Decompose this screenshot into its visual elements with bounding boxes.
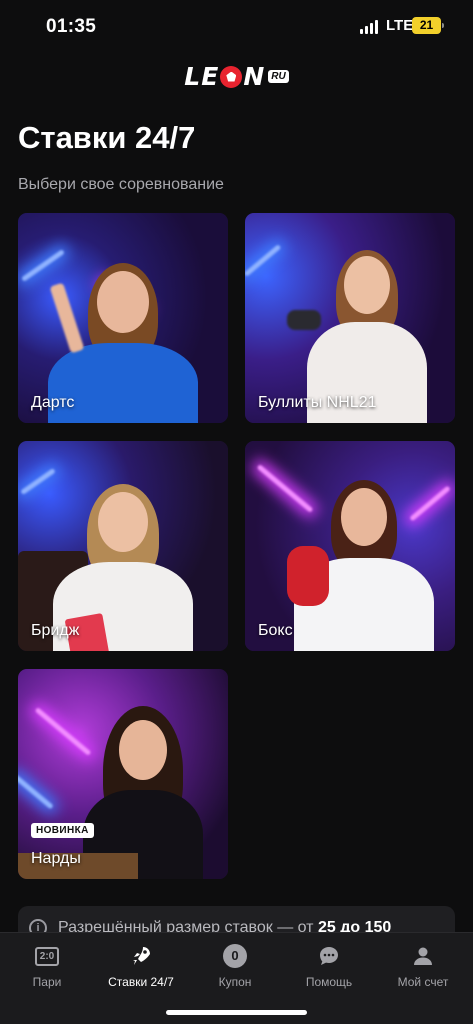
tab-coupon[interactable]: 0 Купон (188, 943, 282, 989)
tab-my-account[interactable]: Мой счет (376, 943, 470, 989)
logo-ru-badge: RU (268, 69, 289, 83)
status-bar: 01:35 LTE 21 (0, 0, 473, 54)
tab-bets[interactable]: 2:0 Пари (0, 943, 94, 989)
tab-help[interactable]: Помощь (282, 943, 376, 989)
card-label: Дартс (31, 394, 75, 411)
game-card-boxing[interactable]: Бокс (245, 441, 455, 651)
tab-bets-24-7[interactable]: Ставки 24/7 (94, 943, 188, 989)
user-icon (414, 947, 432, 965)
rocket-icon (133, 947, 150, 965)
tab-label: Мой счет (397, 975, 449, 989)
card-label: Бридж (31, 622, 80, 639)
card-label: Нарды (31, 850, 81, 867)
game-card-bridge[interactable]: Бридж (18, 441, 228, 651)
card-label: Бокс (258, 622, 293, 639)
tab-label: Ставки 24/7 (108, 975, 174, 989)
game-card-backgammon[interactable]: НОВИНКА Нарды (18, 669, 228, 879)
soccer-ball-icon (220, 65, 243, 88)
battery-icon: 21 (412, 17, 444, 34)
chat-icon (320, 947, 338, 965)
network-type: LTE (386, 17, 414, 34)
score-icon: 2:0 (34, 946, 60, 966)
tab-label: Купон (218, 975, 252, 989)
tab-label: Пари (32, 975, 62, 989)
status-time: 01:35 (46, 16, 97, 37)
new-badge: НОВИНКА (31, 823, 94, 838)
tab-label: Помощь (305, 975, 353, 989)
signal-icon (360, 20, 380, 34)
card-label: Буллиты NHL21 (258, 394, 377, 411)
leon-logo: LE N RU (0, 58, 473, 94)
game-card-nhl[interactable]: Буллиты NHL21 (245, 213, 455, 423)
game-card-darts[interactable]: Дартс (18, 213, 228, 423)
page-subtitle: Выбери свое соревнование (18, 176, 224, 193)
home-indicator (166, 1010, 307, 1015)
logo-wordmark: LE N (184, 61, 266, 91)
page-title: Ставки 24/7 (18, 120, 196, 155)
coupon-icon: 0 (223, 944, 247, 968)
